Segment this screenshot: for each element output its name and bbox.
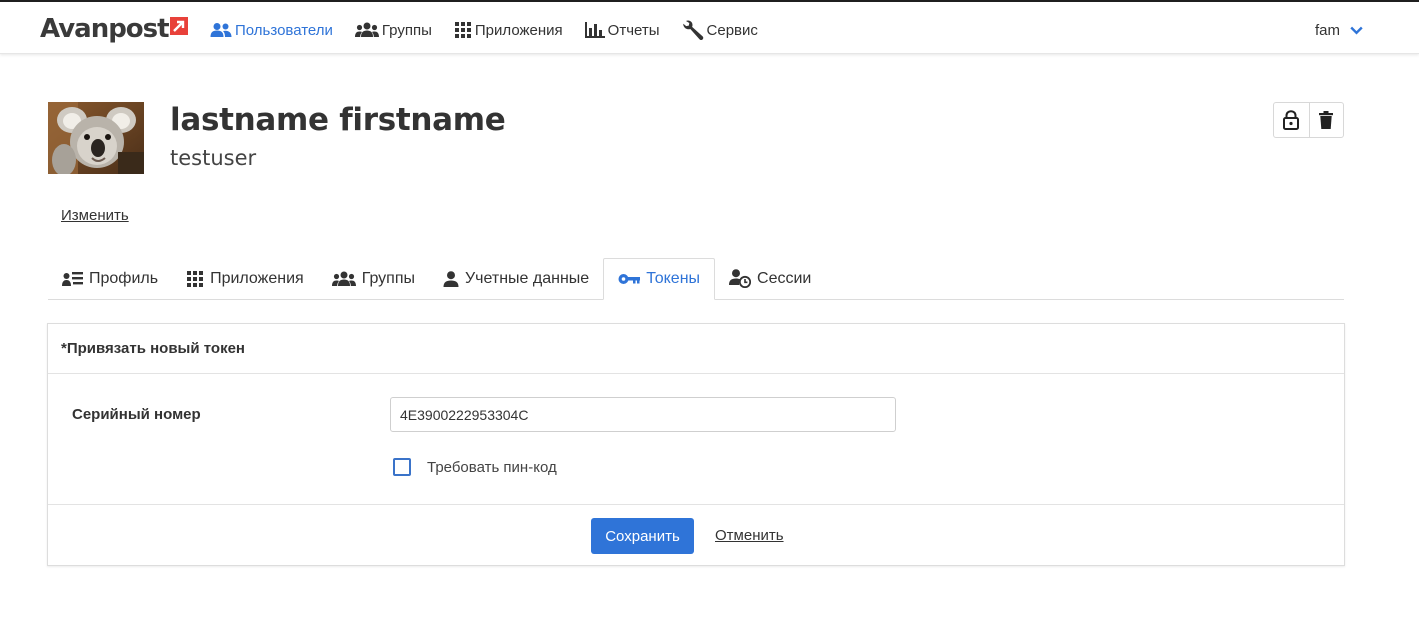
tab-groups[interactable]: Группы: [318, 258, 429, 299]
serial-number-input[interactable]: [390, 397, 896, 432]
nav-item-label: Группы: [381, 21, 432, 39]
avanpost-logo[interactable]: Avanpost: [40, 14, 188, 44]
require-pin-option[interactable]: Требовать пин-код: [393, 458, 557, 476]
cancel-link[interactable]: Отменить: [715, 527, 784, 544]
user-clock-icon: [729, 269, 752, 288]
tab-label: Токены: [646, 270, 701, 287]
logo-arrow-icon: [169, 17, 188, 35]
tab-credentials[interactable]: Учетные данные: [429, 258, 603, 299]
nav-item-apps[interactable]: Приложения: [454, 22, 563, 39]
nav-item-reports[interactable]: Отчеты: [584, 21, 660, 39]
tab-applications[interactable]: Приложения: [172, 258, 318, 299]
user-full-name: lastname firstname: [170, 102, 506, 138]
nav-item-label: Отчеты: [607, 21, 660, 39]
card-title: *Привязать новый токен: [48, 324, 1344, 374]
require-pin-checkbox[interactable]: [393, 458, 411, 476]
tab-label: Группы: [361, 269, 415, 287]
reports-chart-icon: [584, 22, 605, 38]
trash-icon: [1319, 111, 1334, 129]
nav-item-groups[interactable]: Группы: [354, 21, 432, 39]
logo-text: Avanpost: [40, 14, 170, 44]
groups-icon: [331, 271, 356, 287]
nav-item-label: Сервис: [706, 21, 758, 39]
profile-tabs: Профиль Приложения Группы Учетные данные…: [48, 258, 1344, 300]
user-icon: [443, 270, 459, 287]
koala-photo: [48, 102, 144, 174]
serial-number-label: Серийный номер: [72, 406, 201, 423]
nav-item-service[interactable]: Сервис: [682, 20, 758, 40]
wrench-icon: [682, 20, 704, 40]
user-actions: [1273, 102, 1344, 138]
tab-label: Сессии: [757, 269, 812, 287]
save-button[interactable]: Сохранить: [591, 518, 694, 554]
top-navbar: Avanpost Пользователи Группы Приложения: [0, 0, 1419, 54]
lock-user-button[interactable]: [1274, 103, 1309, 137]
tab-label: Учетные данные: [465, 269, 590, 287]
require-pin-label: Требовать пин-код: [427, 458, 557, 476]
user-name: fam: [1314, 22, 1340, 39]
groups-icon: [354, 22, 379, 38]
key-icon: [618, 273, 641, 285]
tab-sessions[interactable]: Сессии: [715, 258, 825, 299]
bind-token-card: *Привязать новый токен Серийный номер Тр…: [47, 323, 1345, 566]
edit-profile-link[interactable]: Изменить: [61, 207, 129, 224]
profile-list-icon: [62, 271, 83, 287]
lock-icon: [1283, 110, 1300, 130]
tab-label: Профиль: [89, 269, 159, 287]
users-icon: [210, 22, 232, 38]
nav-item-users[interactable]: Пользователи: [210, 22, 333, 39]
tab-profile[interactable]: Профиль: [48, 258, 172, 299]
chevron-down-icon: [1350, 26, 1363, 35]
avatar: [48, 102, 144, 174]
nav-item-label: Приложения: [474, 21, 563, 39]
apps-grid-icon: [186, 270, 204, 287]
apps-grid-icon: [454, 22, 472, 38]
user-menu[interactable]: fam: [1315, 22, 1363, 39]
delete-user-button[interactable]: [1308, 103, 1344, 137]
tab-label: Приложения: [210, 269, 304, 287]
nav-item-label: Пользователи: [235, 21, 333, 39]
main-nav: Пользователи Группы Приложения Отчеты Се…: [210, 20, 780, 40]
card-footer: Сохранить Отменить: [48, 504, 1344, 566]
tab-tokens[interactable]: Токены: [603, 258, 716, 300]
user-login: testuser: [170, 146, 257, 170]
